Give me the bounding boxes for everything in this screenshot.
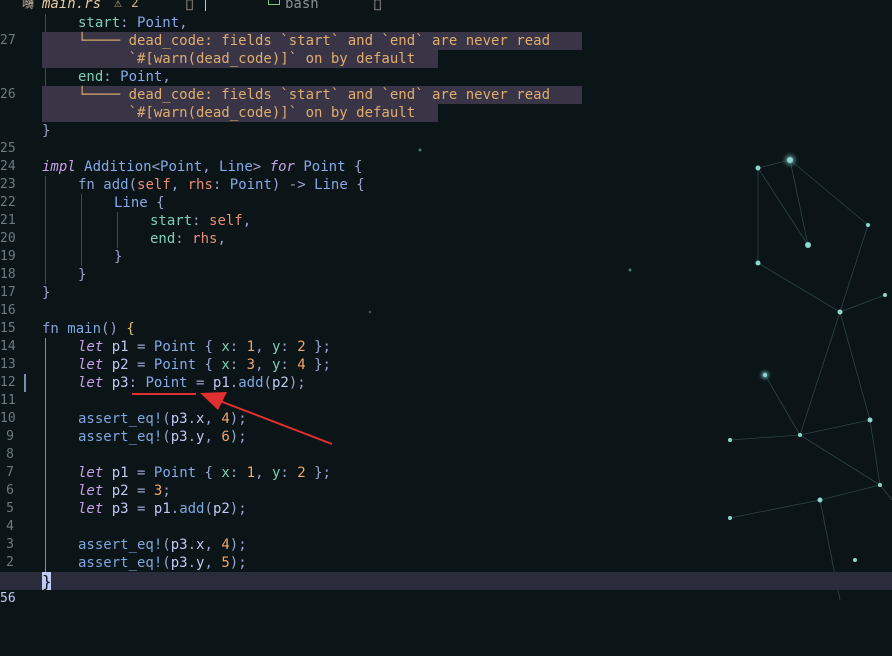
annotation-arrow [200,392,333,445]
